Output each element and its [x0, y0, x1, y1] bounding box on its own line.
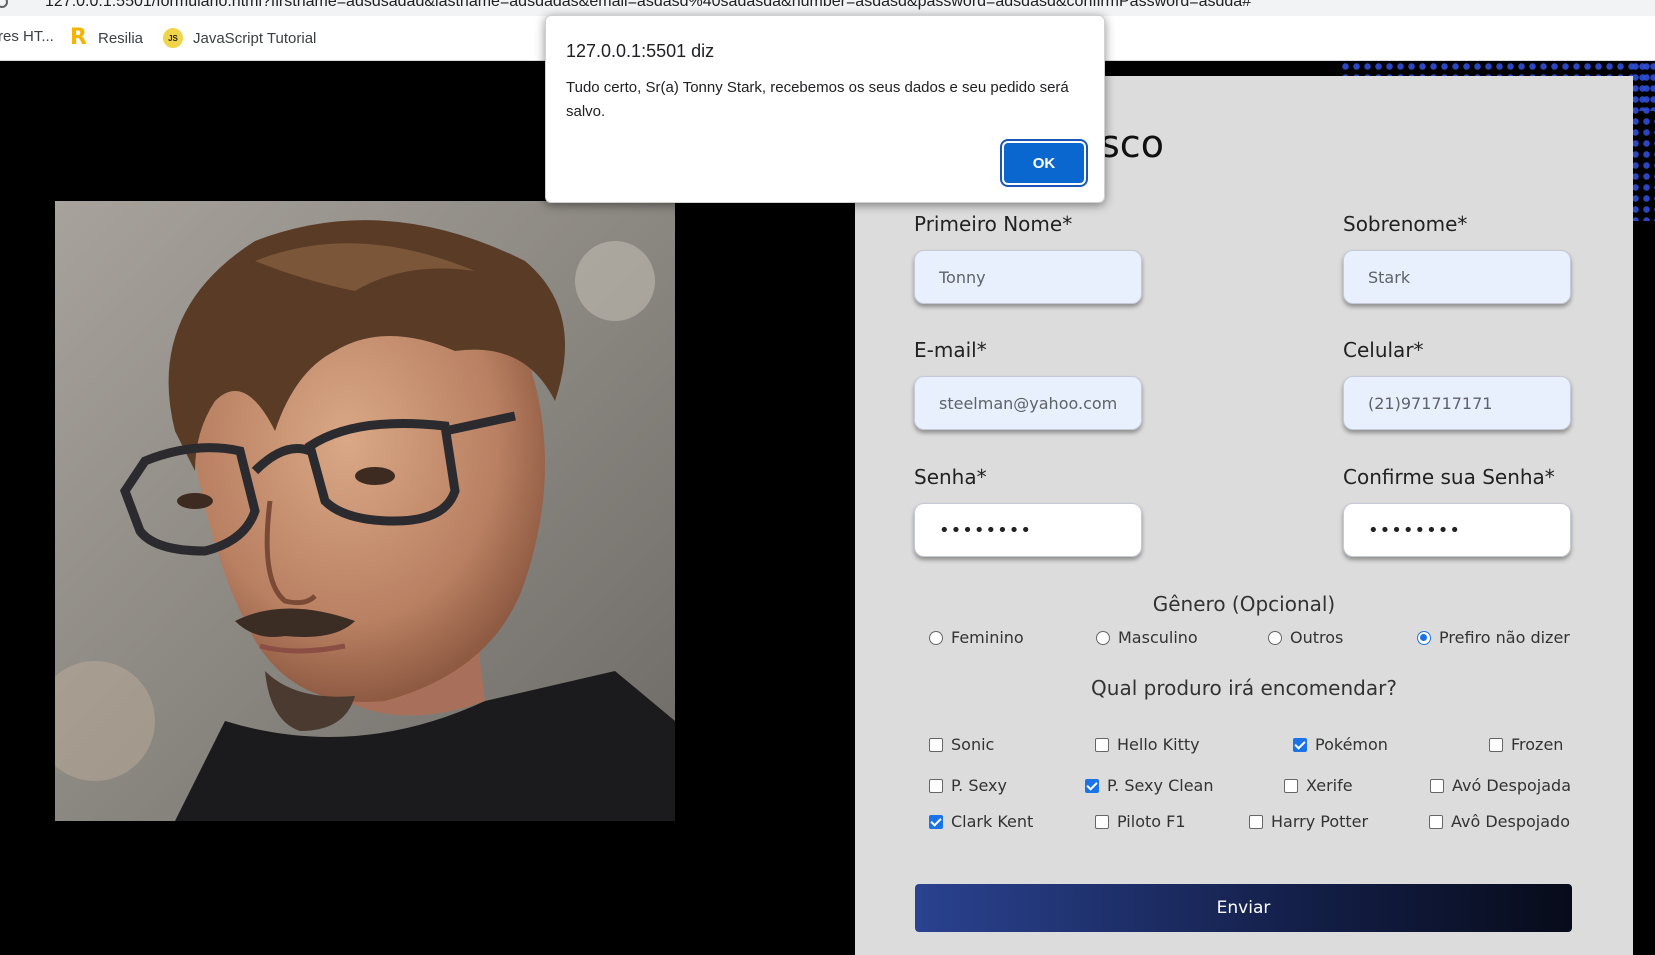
- option-label: Feminino: [951, 628, 1024, 647]
- option-label: Hello Kitty: [1117, 735, 1200, 754]
- checkbox[interactable]: [1095, 814, 1109, 829]
- profile-photo: [55, 201, 675, 821]
- option-label: Avó Despojada: [1452, 776, 1572, 795]
- products-label: Qual produro irá encomendar?: [1091, 676, 1397, 700]
- bookmark-label: Resilia: [98, 29, 144, 47]
- checkbox[interactable]: [1284, 778, 1298, 793]
- product-hello-kitty[interactable]: Hello Kitty: [1095, 735, 1200, 754]
- option-label: Masculino: [1118, 628, 1198, 647]
- dialog-title: 127.0.0.1:5501 diz: [566, 41, 715, 61]
- checkbox[interactable]: [1249, 814, 1263, 829]
- product-xerife[interactable]: Xerife: [1284, 776, 1353, 795]
- bookmark-label: res HT...: [0, 28, 54, 45]
- option-label: Harry Potter: [1271, 812, 1369, 831]
- product-harry-potter[interactable]: Harry Potter: [1249, 812, 1368, 831]
- decorative-dot-pattern: [1630, 61, 1655, 221]
- bookmark-item-html[interactable]: res HT...: [0, 28, 54, 45]
- gender-label: Gênero (Opcional): [1152, 592, 1336, 616]
- option-label: P. Sexy: [951, 776, 1007, 795]
- resilia-r-icon: R: [70, 25, 87, 50]
- radio-button[interactable]: [1268, 630, 1282, 645]
- option-label: Sonic: [951, 735, 995, 754]
- last-name-label: Sobrenome*: [1343, 212, 1468, 236]
- product-sonic[interactable]: Sonic: [929, 735, 994, 754]
- bookmark-item-resilia[interactable]: R Resilia: [70, 25, 144, 50]
- phone-input[interactable]: (21)971717171: [1343, 376, 1571, 430]
- gender-option-masculino[interactable]: Masculino: [1096, 628, 1198, 647]
- form-title: sco: [1100, 122, 1164, 166]
- product-pokemon[interactable]: Pokémon: [1293, 735, 1388, 754]
- alert-dialog: 127.0.0.1:5501 diz Tudo certo, Sr(a) Ton…: [545, 15, 1105, 203]
- option-label: P. Sexy Clean: [1107, 776, 1214, 795]
- radio-button[interactable]: [1096, 630, 1110, 645]
- address-bar[interactable]: 127.0.0.1:5501/formulario.html?firstname…: [0, 0, 1655, 16]
- option-label: Xerife: [1306, 776, 1353, 795]
- first-name-input[interactable]: Tonny: [914, 250, 1142, 304]
- product-avo-despojado[interactable]: Avô Despojado: [1429, 812, 1570, 831]
- option-label: Clark Kent: [951, 812, 1034, 831]
- gender-option-prefiro-nao-dizer[interactable]: Prefiro não dizer: [1417, 628, 1570, 647]
- gender-option-outros[interactable]: Outros: [1268, 628, 1343, 647]
- radio-button[interactable]: [929, 630, 943, 645]
- checkbox-checked[interactable]: [929, 814, 943, 829]
- bookmark-item-javascript-tutorial[interactable]: JS JavaScript Tutorial: [163, 28, 316, 48]
- password-input[interactable]: ••••••••: [914, 503, 1142, 557]
- option-label: Pokémon: [1315, 735, 1388, 754]
- product-p-sexy[interactable]: P. Sexy: [929, 776, 1007, 795]
- phone-label: Celular*: [1343, 338, 1424, 362]
- checkbox[interactable]: [1095, 737, 1109, 752]
- checkbox[interactable]: [929, 778, 943, 793]
- portrait-illustration: [55, 201, 675, 821]
- email-label: E-mail*: [914, 338, 987, 362]
- product-p-sexy-clean[interactable]: P. Sexy Clean: [1085, 776, 1213, 795]
- product-clark-kent[interactable]: Clark Kent: [929, 812, 1033, 831]
- submit-button[interactable]: Enviar: [915, 884, 1572, 932]
- option-label: Prefiro não dizer: [1439, 628, 1570, 647]
- site-info-icon[interactable]: [0, 0, 8, 8]
- bookmark-label: JavaScript Tutorial: [193, 29, 317, 47]
- option-label: Avô Despojado: [1451, 812, 1570, 831]
- checkbox[interactable]: [1430, 778, 1444, 793]
- checkbox[interactable]: [929, 737, 943, 752]
- checkbox-checked[interactable]: [1293, 737, 1307, 752]
- checkbox[interactable]: [1489, 737, 1503, 752]
- dialog-message: Tudo certo, Sr(a) Tonny Stark, recebemos…: [566, 79, 1069, 120]
- confirm-password-input[interactable]: ••••••••: [1343, 503, 1571, 557]
- url-text[interactable]: 127.0.0.1:5501/formulario.html?firstname…: [45, 0, 1251, 11]
- radio-button-selected[interactable]: [1417, 630, 1431, 645]
- last-name-input[interactable]: Stark: [1343, 250, 1571, 304]
- confirm-password-label: Confirme sua Senha*: [1343, 465, 1555, 489]
- ok-button[interactable]: OK: [1004, 143, 1084, 183]
- gender-option-feminino[interactable]: Feminino: [929, 628, 1024, 647]
- option-label: Piloto F1: [1117, 812, 1186, 831]
- checkbox[interactable]: [1429, 814, 1443, 829]
- option-label: Outros: [1290, 628, 1344, 647]
- checkbox-checked[interactable]: [1085, 778, 1099, 793]
- email-input[interactable]: steelman@yahoo.com: [914, 376, 1142, 430]
- password-label: Senha*: [914, 465, 987, 489]
- product-frozen[interactable]: Frozen: [1489, 735, 1563, 754]
- product-avo-despojada[interactable]: Avó Despojada: [1430, 776, 1571, 795]
- option-label: Frozen: [1511, 735, 1564, 754]
- product-piloto-f1[interactable]: Piloto F1: [1095, 812, 1186, 831]
- js-icon: JS: [163, 28, 183, 48]
- first-name-label: Primeiro Nome*: [914, 212, 1073, 236]
